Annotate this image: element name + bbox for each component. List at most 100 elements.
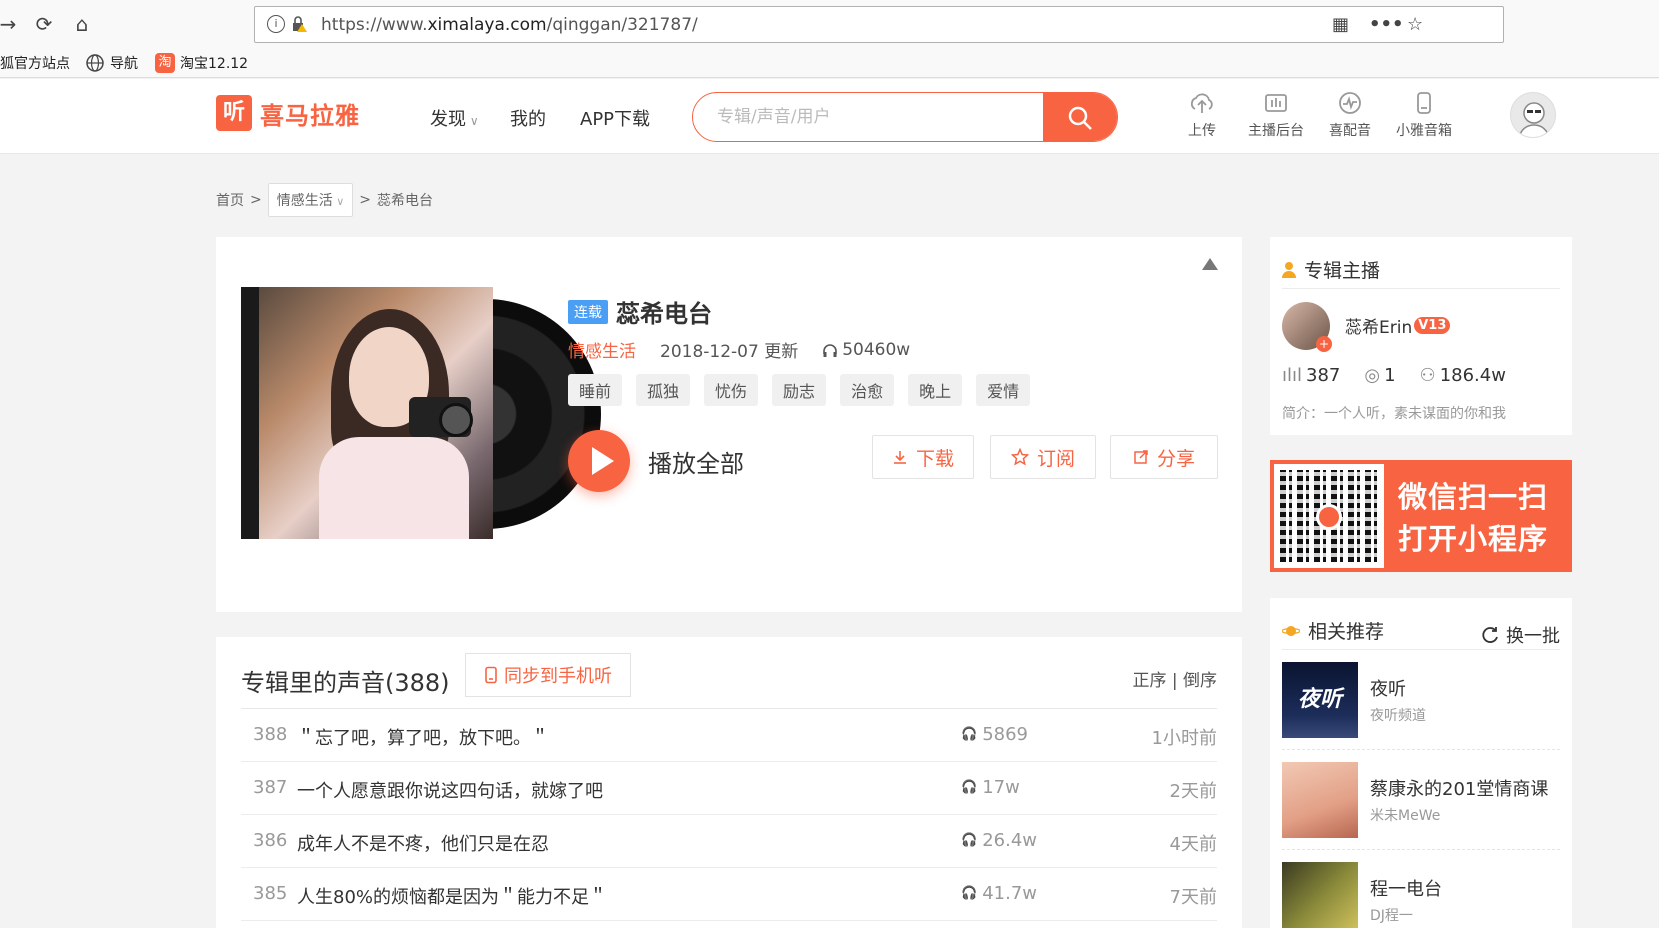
- track-list-title: 专辑里的声音(388): [241, 669, 450, 697]
- tag[interactable]: 忧伤: [704, 374, 759, 406]
- level-badge: V13: [1414, 317, 1451, 334]
- qr-banner-text: 微信扫一扫 打开小程序: [1398, 480, 1549, 556]
- site-logo[interactable]: 听 喜马拉雅: [216, 95, 360, 131]
- home-icon[interactable]: ⌂: [70, 12, 94, 36]
- chevron-down-icon: ∨: [466, 114, 479, 128]
- tag[interactable]: 励志: [772, 374, 827, 406]
- forward-icon[interactable]: →: [0, 12, 20, 36]
- fans-icon: ⚇: [1419, 365, 1436, 386]
- play-icon: [568, 430, 630, 492]
- speaker-icon: [1417, 92, 1431, 114]
- tool-upload[interactable]: 上传: [1162, 89, 1242, 140]
- bookmark-official-site[interactable]: 狐官方站点: [0, 53, 70, 73]
- tag[interactable]: 孤独: [636, 374, 691, 406]
- browser-toolbar: → ⟳ ⌂ i https://www.ximalaya.com/qinggan…: [0, 0, 1659, 46]
- dubbing-icon: [1339, 92, 1361, 114]
- track-title[interactable]: 人生80%的烦恼都是因为＂能力不足＂: [297, 883, 607, 909]
- download-button[interactable]: 下载: [872, 435, 974, 479]
- play-all-button[interactable]: 播放全部: [568, 430, 744, 492]
- nav-mine[interactable]: 我的: [510, 105, 546, 131]
- follow-plus-icon[interactable]: +: [1316, 336, 1332, 352]
- track-title[interactable]: 一个人愿意跟你说这四句话，就嫁了吧: [297, 777, 603, 803]
- breadcrumb-category[interactable]: 情感生活 ∨: [267, 183, 354, 217]
- qr-code-icon[interactable]: ▦: [1332, 14, 1349, 35]
- bookmark-navigation[interactable]: 导航: [85, 53, 138, 73]
- taobao-icon: 淘: [155, 53, 175, 73]
- refresh-button[interactable]: 换一批: [1480, 622, 1560, 648]
- address-bar[interactable]: i https://www.ximalaya.com/qinggan/32178…: [254, 6, 1504, 43]
- share-button[interactable]: 分享: [1110, 435, 1218, 479]
- headphones-icon: [823, 343, 838, 357]
- wechat-miniprogram-banner[interactable]: 微信扫一扫 打开小程序: [1270, 460, 1572, 572]
- sync-to-phone-button[interactable]: 同步到手机听: [465, 653, 631, 697]
- breadcrumb-current: 蕊希电台: [377, 193, 434, 209]
- anchor-stats: ılıl 387 ◎ 1 ⚇ 186.4w: [1282, 365, 1506, 386]
- recommend-thumbnail: [1282, 862, 1358, 928]
- qr-code: [1274, 464, 1384, 568]
- track-list-header: 专辑里的声音(388) 同步到手机听 正序 | 倒序: [241, 651, 1217, 709]
- album-disc-icon: ◎: [1364, 365, 1381, 386]
- album-meta: 情感生活 2018-12-07 更新 50460w: [568, 337, 910, 363]
- headphones-icon: 🎧: [961, 886, 978, 901]
- anchor-section-header: 专辑主播: [1282, 251, 1560, 289]
- anchor-name-link[interactable]: 蕊希Erin V13: [1345, 313, 1451, 338]
- track-row[interactable]: 385 人生80%的烦恼都是因为＂能力不足＂ 🎧 41.7w 7天前: [241, 868, 1217, 921]
- more-icon[interactable]: •••: [1369, 14, 1404, 35]
- logo-text: 喜马拉雅: [260, 101, 360, 130]
- recommend-thumbnail: 夜听: [1282, 662, 1358, 738]
- share-icon: [1134, 450, 1148, 464]
- recommend-item[interactable]: 程一电台 DJ程一: [1282, 850, 1560, 928]
- info-icon[interactable]: i: [267, 15, 285, 33]
- bookmark-taobao[interactable]: 淘 淘宝12.12: [155, 53, 248, 73]
- user-avatar[interactable]: [1510, 92, 1556, 138]
- reload-icon[interactable]: ⟳: [32, 12, 56, 36]
- tool-studio[interactable]: 主播后台: [1236, 89, 1316, 140]
- tool-dubbing[interactable]: 喜配音: [1310, 89, 1390, 140]
- track-title[interactable]: 成年人不是不疼，他们只是在忍: [297, 830, 549, 856]
- search-button[interactable]: [1043, 93, 1117, 141]
- track-row[interactable]: 386 成年人不是不疼，他们只是在忍 🎧 26.4w 4天前: [241, 815, 1217, 868]
- headphones-icon: 🎧: [961, 727, 978, 742]
- album-cover[interactable]: [241, 287, 601, 539]
- track-row[interactable]: 388 ＂忘了吧，算了吧，放下吧。＂ 🎧 5869 1小时前: [241, 709, 1217, 762]
- breadcrumb: 首页 > 情感生活 ∨ > 蕊希电台: [216, 183, 433, 217]
- tag[interactable]: 睡前: [568, 374, 623, 406]
- anchor-avatar[interactable]: +: [1282, 302, 1332, 352]
- breadcrumb-home[interactable]: 首页: [216, 190, 244, 210]
- nav-discover[interactable]: 发现 ∨: [430, 105, 479, 131]
- recommend-card: 相关推荐 换一批 夜听 夜听 夜听频道 蔡康永的201堂情商课 米未MeWe 程…: [1270, 598, 1572, 928]
- track-row[interactable]: 387 一个人愿意跟你说这四句话，就嫁了吧 🎧 17w 2天前: [241, 762, 1217, 815]
- search-input[interactable]: [693, 93, 1045, 141]
- tag[interactable]: 治愈: [840, 374, 895, 406]
- tool-speaker[interactable]: 小雅音箱: [1384, 89, 1464, 140]
- tag[interactable]: 晚上: [908, 374, 963, 406]
- collapse-triangle-icon[interactable]: [1202, 258, 1218, 270]
- recommend-thumbnail: [1282, 762, 1358, 838]
- bookmarks-bar: 狐官方站点 导航 淘 淘宝12.12: [0, 46, 1659, 78]
- track-title[interactable]: ＂忘了吧，算了吧，放下吧。＂: [297, 724, 549, 750]
- breadcrumb-separator: >: [359, 192, 372, 208]
- star-outline-icon: [1010, 448, 1029, 466]
- album-plays: 50460w: [822, 340, 910, 360]
- qr-code-icon: [1280, 470, 1378, 562]
- recommend-item[interactable]: 蔡康永的201堂情商课 米未MeWe: [1282, 750, 1560, 850]
- serial-badge: 连载: [568, 299, 608, 324]
- subscribe-button[interactable]: 订阅: [990, 435, 1096, 479]
- planet-icon: [1282, 625, 1300, 636]
- search-icon: [1068, 106, 1092, 130]
- sort-asc[interactable]: 正序: [1132, 671, 1166, 691]
- download-icon: [893, 451, 906, 464]
- nav-app-download[interactable]: APP下载: [580, 105, 650, 131]
- album-tags: 睡前 孤独 忧伤 励志 治愈 晚上 爱情: [568, 374, 1031, 406]
- star-icon[interactable]: ☆: [1407, 14, 1423, 35]
- album-info-card: 连载 蕊希电台 情感生活 2018-12-07 更新 50460w 睡前 孤独 …: [216, 237, 1242, 612]
- album-category-link[interactable]: 情感生活: [568, 337, 636, 362]
- lock-warning-icon[interactable]: [291, 16, 307, 32]
- tag[interactable]: 爱情: [976, 374, 1031, 406]
- site-header: 听 喜马拉雅 发现 ∨ 我的 APP下载 上传 主播后台 喜配音 小雅音箱: [0, 79, 1659, 154]
- recommend-item[interactable]: 夜听 夜听 夜听频道: [1282, 650, 1560, 750]
- sort-desc[interactable]: 倒序: [1183, 671, 1217, 691]
- anchor-card: 专辑主播 + 蕊希Erin V13 ılıl 387 ◎ 1 ⚇ 186.4w 简介：…: [1270, 237, 1572, 435]
- track-list-card: 专辑里的声音(388) 同步到手机听 正序 | 倒序 388 ＂忘了吧，算了吧，…: [216, 637, 1242, 928]
- globe-icon: [86, 54, 104, 72]
